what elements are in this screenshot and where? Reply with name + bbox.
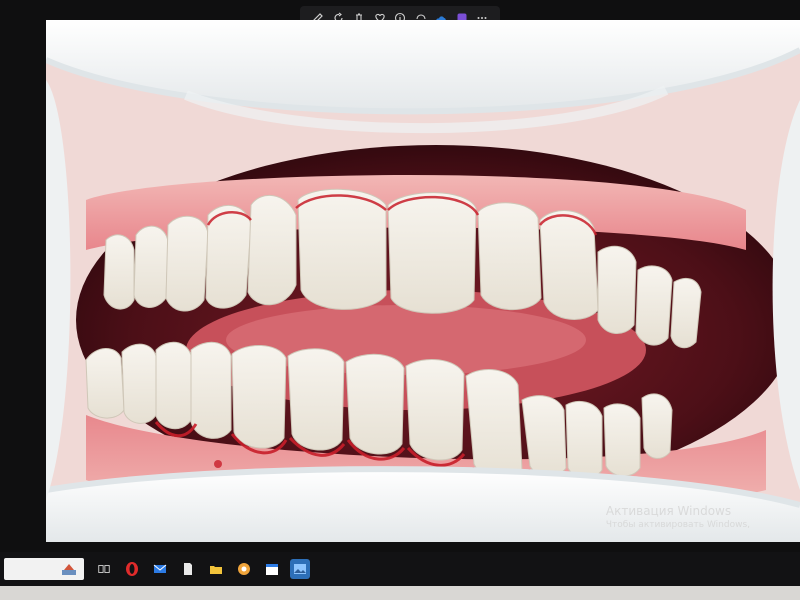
windows-taskbar bbox=[0, 552, 800, 586]
photos-icon[interactable] bbox=[290, 559, 310, 579]
mouth-image bbox=[46, 20, 800, 542]
windows-activation-watermark: Активация Windows Чтобы активировать Win… bbox=[606, 504, 750, 530]
watermark-title: Активация Windows bbox=[605, 504, 732, 518]
dental-photo: Активация Windows Чтобы активировать Win… bbox=[46, 20, 800, 542]
weather-icon[interactable] bbox=[60, 561, 78, 577]
taskbar-search-widget[interactable] bbox=[4, 558, 84, 580]
photo-app-icon[interactable] bbox=[234, 559, 254, 579]
monitor-screen: Активация Windows Чтобы активировать Win… bbox=[0, 0, 800, 600]
file-explorer-icon[interactable] bbox=[206, 559, 226, 579]
calendar-icon[interactable] bbox=[262, 559, 282, 579]
file-icon[interactable] bbox=[178, 559, 198, 579]
mail-icon[interactable] bbox=[150, 559, 170, 579]
task-view-icon[interactable] bbox=[94, 559, 114, 579]
watermark-subtitle: Чтобы активировать Windows, bbox=[605, 520, 750, 530]
opera-icon[interactable] bbox=[122, 559, 142, 579]
monitor-bottom-bezel bbox=[0, 586, 800, 600]
